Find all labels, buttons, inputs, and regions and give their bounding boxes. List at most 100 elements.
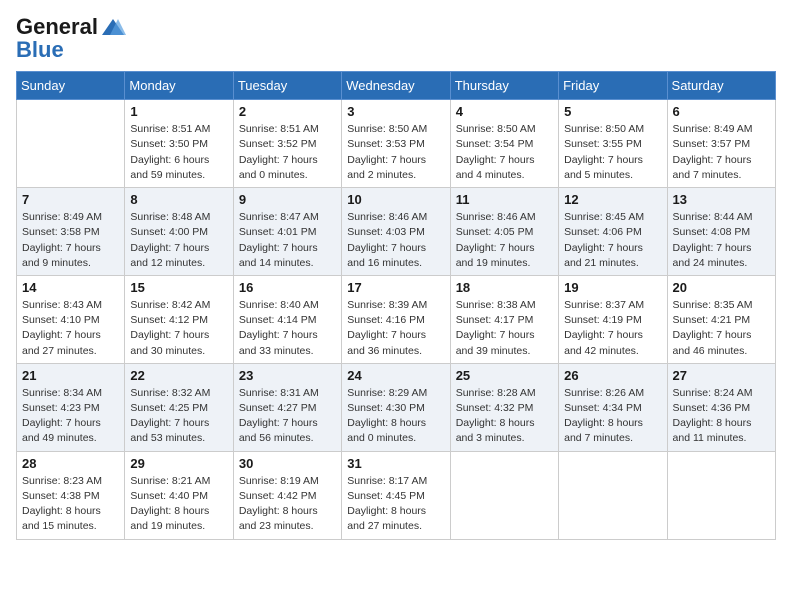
day-number: 16 bbox=[239, 280, 336, 295]
week-row-5: 28 Sunrise: 8:23 AMSunset: 4:38 PMDaylig… bbox=[17, 451, 776, 539]
day-cell-3: 3 Sunrise: 8:50 AMSunset: 3:53 PMDayligh… bbox=[342, 100, 450, 188]
day-number: 4 bbox=[456, 104, 553, 119]
day-cell-13: 13 Sunrise: 8:44 AMSunset: 4:08 PMDaylig… bbox=[667, 188, 775, 276]
day-info: Sunrise: 8:44 AMSunset: 4:08 PMDaylight:… bbox=[673, 210, 770, 271]
day-info: Sunrise: 8:24 AMSunset: 4:36 PMDaylight:… bbox=[673, 386, 770, 447]
day-info: Sunrise: 8:17 AMSunset: 4:45 PMDaylight:… bbox=[347, 474, 444, 535]
day-cell-14: 14 Sunrise: 8:43 AMSunset: 4:10 PMDaylig… bbox=[17, 275, 125, 363]
day-cell-7: 7 Sunrise: 8:49 AMSunset: 3:58 PMDayligh… bbox=[17, 188, 125, 276]
day-info: Sunrise: 8:50 AMSunset: 3:55 PMDaylight:… bbox=[564, 122, 661, 183]
empty-cell bbox=[450, 451, 558, 539]
week-row-2: 7 Sunrise: 8:49 AMSunset: 3:58 PMDayligh… bbox=[17, 188, 776, 276]
day-info: Sunrise: 8:28 AMSunset: 4:32 PMDaylight:… bbox=[456, 386, 553, 447]
day-number: 10 bbox=[347, 192, 444, 207]
logo: General Blue bbox=[16, 16, 126, 61]
day-number: 15 bbox=[130, 280, 227, 295]
week-row-1: 1 Sunrise: 8:51 AMSunset: 3:50 PMDayligh… bbox=[17, 100, 776, 188]
day-info: Sunrise: 8:47 AMSunset: 4:01 PMDaylight:… bbox=[239, 210, 336, 271]
logo-icon bbox=[100, 17, 126, 39]
week-row-3: 14 Sunrise: 8:43 AMSunset: 4:10 PMDaylig… bbox=[17, 275, 776, 363]
weekday-header-wednesday: Wednesday bbox=[342, 72, 450, 100]
day-number: 1 bbox=[130, 104, 227, 119]
day-info: Sunrise: 8:35 AMSunset: 4:21 PMDaylight:… bbox=[673, 298, 770, 359]
day-number: 6 bbox=[673, 104, 770, 119]
day-number: 3 bbox=[347, 104, 444, 119]
day-number: 20 bbox=[673, 280, 770, 295]
weekday-header-row: SundayMondayTuesdayWednesdayThursdayFrid… bbox=[17, 72, 776, 100]
day-cell-5: 5 Sunrise: 8:50 AMSunset: 3:55 PMDayligh… bbox=[559, 100, 667, 188]
day-cell-26: 26 Sunrise: 8:26 AMSunset: 4:34 PMDaylig… bbox=[559, 363, 667, 451]
day-cell-20: 20 Sunrise: 8:35 AMSunset: 4:21 PMDaylig… bbox=[667, 275, 775, 363]
day-cell-2: 2 Sunrise: 8:51 AMSunset: 3:52 PMDayligh… bbox=[233, 100, 341, 188]
day-info: Sunrise: 8:26 AMSunset: 4:34 PMDaylight:… bbox=[564, 386, 661, 447]
day-number: 9 bbox=[239, 192, 336, 207]
day-info: Sunrise: 8:48 AMSunset: 4:00 PMDaylight:… bbox=[130, 210, 227, 271]
day-cell-24: 24 Sunrise: 8:29 AMSunset: 4:30 PMDaylig… bbox=[342, 363, 450, 451]
day-info: Sunrise: 8:37 AMSunset: 4:19 PMDaylight:… bbox=[564, 298, 661, 359]
day-number: 2 bbox=[239, 104, 336, 119]
day-cell-27: 27 Sunrise: 8:24 AMSunset: 4:36 PMDaylig… bbox=[667, 363, 775, 451]
day-info: Sunrise: 8:38 AMSunset: 4:17 PMDaylight:… bbox=[456, 298, 553, 359]
day-number: 30 bbox=[239, 456, 336, 471]
calendar-table: SundayMondayTuesdayWednesdayThursdayFrid… bbox=[16, 71, 776, 539]
day-cell-30: 30 Sunrise: 8:19 AMSunset: 4:42 PMDaylig… bbox=[233, 451, 341, 539]
day-number: 31 bbox=[347, 456, 444, 471]
day-cell-15: 15 Sunrise: 8:42 AMSunset: 4:12 PMDaylig… bbox=[125, 275, 233, 363]
day-info: Sunrise: 8:50 AMSunset: 3:54 PMDaylight:… bbox=[456, 122, 553, 183]
weekday-header-monday: Monday bbox=[125, 72, 233, 100]
day-cell-25: 25 Sunrise: 8:28 AMSunset: 4:32 PMDaylig… bbox=[450, 363, 558, 451]
day-number: 28 bbox=[22, 456, 119, 471]
day-info: Sunrise: 8:49 AMSunset: 3:58 PMDaylight:… bbox=[22, 210, 119, 271]
day-cell-21: 21 Sunrise: 8:34 AMSunset: 4:23 PMDaylig… bbox=[17, 363, 125, 451]
day-info: Sunrise: 8:45 AMSunset: 4:06 PMDaylight:… bbox=[564, 210, 661, 271]
day-number: 5 bbox=[564, 104, 661, 119]
day-number: 8 bbox=[130, 192, 227, 207]
day-number: 12 bbox=[564, 192, 661, 207]
day-number: 11 bbox=[456, 192, 553, 207]
day-cell-9: 9 Sunrise: 8:47 AMSunset: 4:01 PMDayligh… bbox=[233, 188, 341, 276]
week-row-4: 21 Sunrise: 8:34 AMSunset: 4:23 PMDaylig… bbox=[17, 363, 776, 451]
day-number: 19 bbox=[564, 280, 661, 295]
weekday-header-tuesday: Tuesday bbox=[233, 72, 341, 100]
day-cell-11: 11 Sunrise: 8:46 AMSunset: 4:05 PMDaylig… bbox=[450, 188, 558, 276]
empty-cell bbox=[559, 451, 667, 539]
day-cell-16: 16 Sunrise: 8:40 AMSunset: 4:14 PMDaylig… bbox=[233, 275, 341, 363]
weekday-header-thursday: Thursday bbox=[450, 72, 558, 100]
day-number: 26 bbox=[564, 368, 661, 383]
day-info: Sunrise: 8:21 AMSunset: 4:40 PMDaylight:… bbox=[130, 474, 227, 535]
weekday-header-saturday: Saturday bbox=[667, 72, 775, 100]
day-cell-12: 12 Sunrise: 8:45 AMSunset: 4:06 PMDaylig… bbox=[559, 188, 667, 276]
day-cell-1: 1 Sunrise: 8:51 AMSunset: 3:50 PMDayligh… bbox=[125, 100, 233, 188]
page-header: General Blue bbox=[16, 16, 776, 61]
day-info: Sunrise: 8:43 AMSunset: 4:10 PMDaylight:… bbox=[22, 298, 119, 359]
day-info: Sunrise: 8:42 AMSunset: 4:12 PMDaylight:… bbox=[130, 298, 227, 359]
day-cell-29: 29 Sunrise: 8:21 AMSunset: 4:40 PMDaylig… bbox=[125, 451, 233, 539]
day-info: Sunrise: 8:40 AMSunset: 4:14 PMDaylight:… bbox=[239, 298, 336, 359]
day-cell-10: 10 Sunrise: 8:46 AMSunset: 4:03 PMDaylig… bbox=[342, 188, 450, 276]
day-number: 29 bbox=[130, 456, 227, 471]
day-info: Sunrise: 8:50 AMSunset: 3:53 PMDaylight:… bbox=[347, 122, 444, 183]
day-number: 21 bbox=[22, 368, 119, 383]
empty-cell bbox=[17, 100, 125, 188]
day-cell-23: 23 Sunrise: 8:31 AMSunset: 4:27 PMDaylig… bbox=[233, 363, 341, 451]
day-cell-6: 6 Sunrise: 8:49 AMSunset: 3:57 PMDayligh… bbox=[667, 100, 775, 188]
weekday-header-sunday: Sunday bbox=[17, 72, 125, 100]
day-cell-4: 4 Sunrise: 8:50 AMSunset: 3:54 PMDayligh… bbox=[450, 100, 558, 188]
day-info: Sunrise: 8:19 AMSunset: 4:42 PMDaylight:… bbox=[239, 474, 336, 535]
day-number: 17 bbox=[347, 280, 444, 295]
logo-blue: Blue bbox=[16, 39, 126, 61]
day-number: 18 bbox=[456, 280, 553, 295]
day-number: 25 bbox=[456, 368, 553, 383]
day-cell-28: 28 Sunrise: 8:23 AMSunset: 4:38 PMDaylig… bbox=[17, 451, 125, 539]
day-info: Sunrise: 8:46 AMSunset: 4:05 PMDaylight:… bbox=[456, 210, 553, 271]
day-cell-22: 22 Sunrise: 8:32 AMSunset: 4:25 PMDaylig… bbox=[125, 363, 233, 451]
weekday-header-friday: Friday bbox=[559, 72, 667, 100]
day-info: Sunrise: 8:51 AMSunset: 3:50 PMDaylight:… bbox=[130, 122, 227, 183]
day-cell-18: 18 Sunrise: 8:38 AMSunset: 4:17 PMDaylig… bbox=[450, 275, 558, 363]
day-info: Sunrise: 8:34 AMSunset: 4:23 PMDaylight:… bbox=[22, 386, 119, 447]
day-info: Sunrise: 8:29 AMSunset: 4:30 PMDaylight:… bbox=[347, 386, 444, 447]
day-number: 23 bbox=[239, 368, 336, 383]
day-cell-31: 31 Sunrise: 8:17 AMSunset: 4:45 PMDaylig… bbox=[342, 451, 450, 539]
day-number: 22 bbox=[130, 368, 227, 383]
day-info: Sunrise: 8:23 AMSunset: 4:38 PMDaylight:… bbox=[22, 474, 119, 535]
